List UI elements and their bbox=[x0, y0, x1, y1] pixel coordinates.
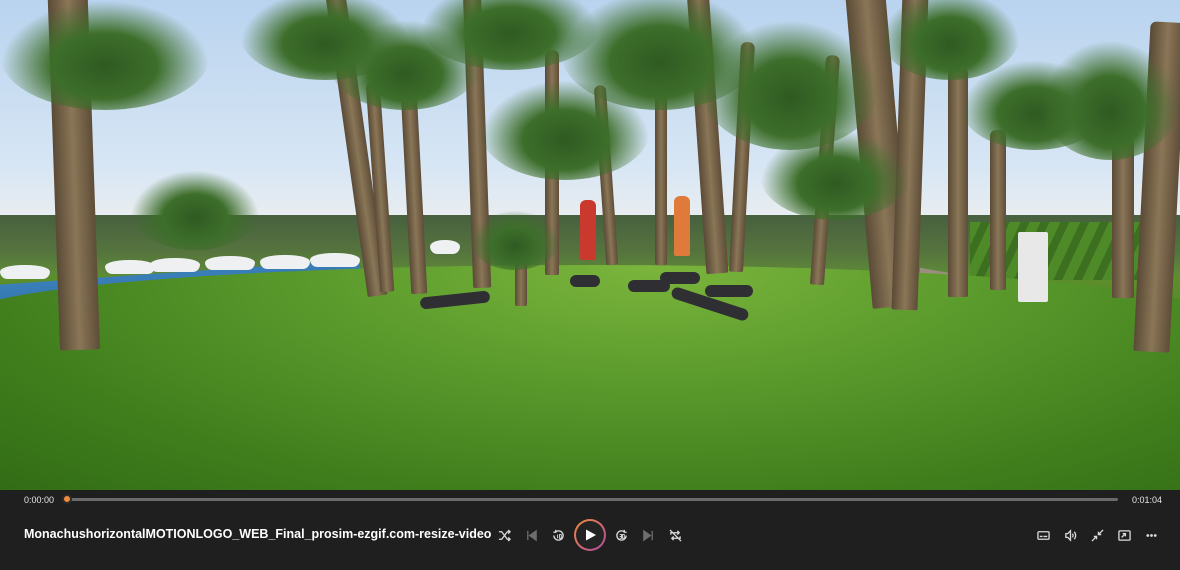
fullscreen-exit-icon bbox=[1090, 528, 1104, 542]
play-button[interactable] bbox=[574, 519, 606, 551]
umbrella bbox=[260, 255, 310, 269]
volume-icon bbox=[1064, 528, 1076, 542]
current-time: 0:00:00 bbox=[24, 495, 55, 505]
repeat-off-icon bbox=[668, 528, 682, 542]
signboard bbox=[1018, 232, 1048, 302]
volume-button[interactable] bbox=[1060, 525, 1080, 545]
rewind-button[interactable] bbox=[548, 525, 568, 545]
umbrella bbox=[205, 256, 255, 270]
palm-fronds bbox=[470, 210, 560, 270]
person-lying bbox=[660, 272, 700, 284]
umbrella bbox=[105, 260, 155, 274]
next-button[interactable] bbox=[638, 525, 658, 545]
umbrella bbox=[430, 240, 460, 254]
previous-icon bbox=[526, 529, 537, 541]
more-icon bbox=[1145, 533, 1157, 537]
subtitles-icon bbox=[1036, 530, 1050, 540]
lawn bbox=[0, 265, 1180, 490]
person-lying bbox=[570, 275, 600, 287]
playback-controls: 0:00:00 0:01:04 MonachushorizontalMOTION… bbox=[0, 490, 1180, 570]
palm-fronds bbox=[0, 0, 210, 110]
next-icon bbox=[642, 529, 653, 541]
repeat-button[interactable] bbox=[665, 525, 685, 545]
flag-banner bbox=[580, 200, 596, 260]
umbrella bbox=[150, 258, 200, 272]
media-title: MonachushorizontalMOTIONLOGO_WEB_Final_p… bbox=[24, 527, 492, 541]
rewind-10-icon bbox=[552, 529, 564, 541]
palm-fronds bbox=[130, 170, 260, 250]
forward-30-icon bbox=[615, 529, 627, 541]
shuffle-button[interactable] bbox=[494, 525, 514, 545]
umbrella bbox=[310, 253, 360, 267]
seek-bar[interactable] bbox=[64, 498, 1118, 501]
more-button[interactable] bbox=[1141, 525, 1161, 545]
total-time: 0:01:04 bbox=[1132, 495, 1163, 505]
palm-tree bbox=[990, 130, 1006, 290]
previous-button[interactable] bbox=[521, 525, 541, 545]
person-lying bbox=[705, 285, 753, 297]
palm-fronds bbox=[1040, 40, 1180, 160]
flag-banner bbox=[674, 196, 690, 256]
palm-tree bbox=[1112, 138, 1134, 298]
exit-fullscreen-button[interactable] bbox=[1087, 525, 1107, 545]
subtitles-button[interactable] bbox=[1033, 525, 1053, 545]
shuffle-icon bbox=[498, 528, 511, 542]
palm-fronds bbox=[760, 130, 910, 220]
mini-player-button[interactable] bbox=[1114, 525, 1134, 545]
seek-thumb[interactable] bbox=[62, 494, 72, 504]
video-frame[interactable] bbox=[0, 0, 1180, 490]
play-icon bbox=[586, 529, 596, 541]
forward-button[interactable] bbox=[611, 525, 631, 545]
mini-player-icon bbox=[1117, 529, 1131, 541]
umbrella bbox=[0, 265, 50, 279]
